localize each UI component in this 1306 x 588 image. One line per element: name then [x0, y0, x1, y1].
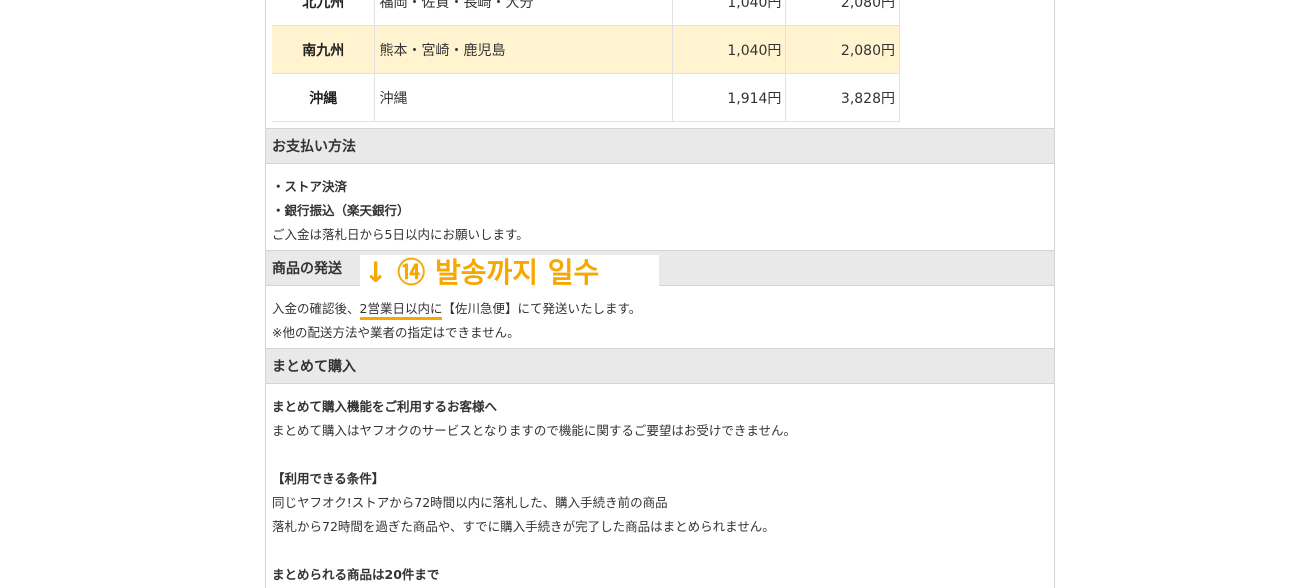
bundle-condition-2: 落札から72時間を過ぎた商品や、すでに購入手続きが完了した商品はまとめられません… [272, 519, 775, 534]
table-row-highlighted: 南九州 熊本・宮崎・鹿児島 1,040円 2,080円 [272, 25, 900, 74]
payment-note: ご入金は落札日から5日以内にお願いします。 [272, 227, 529, 242]
shipping-text-2: ※他の配送方法や業者の指定はできません。 [272, 325, 520, 340]
price-cell: 1,914円 [672, 73, 787, 122]
bundle-limit: まとめられる商品は20件まで [272, 567, 440, 582]
price-cell: 3,828円 [785, 73, 900, 122]
price-cell: 2,080円 [785, 25, 900, 74]
annotation-label: ↓ ⑭ 발송까지 일수 [360, 255, 659, 291]
shipping-rate-table: 北九州 福岡・佐賀・長崎・大分 1,040円 2,080円 南九州 熊本・宮崎・… [272, 0, 900, 122]
price-cell: 2,080円 [785, 0, 900, 26]
bundle-condition-1: 同じヤフオク!ストアから72時間以内に落札した、購入手続き前の商品 [272, 495, 668, 510]
bundle-title: まとめて購入機能をご利用するお客様へ [272, 399, 498, 414]
region-cell: 南九州 [272, 25, 376, 74]
shipping-text-1: 入金の確認後、2営業日以内に【佐川急便】にて発送いたします。 [272, 298, 642, 320]
price-cell: 1,040円 [672, 0, 787, 26]
bundle-description: まとめて購入はヤフオクのサービスとなりますので機能に関するご要望はお受けできませ… [272, 423, 797, 438]
region-cell: 北九州 [272, 0, 376, 26]
prefectures-cell: 熊本・宮崎・鹿児島 [374, 25, 673, 74]
table-row: 北九州 福岡・佐賀・長崎・大分 1,040円 2,080円 [272, 0, 900, 26]
payment-method-store: ・ストア決済 [272, 179, 348, 194]
price-cell: 1,040円 [672, 25, 787, 74]
bundle-heading: まとめて購入 [266, 348, 1054, 384]
shipping-text-suffix: 【佐川急便】にて発送いたします。 [442, 301, 642, 316]
shipping-text-prefix: 入金の確認後、 [272, 301, 360, 316]
payment-method-bank: ・銀行振込（楽天銀行） [272, 203, 410, 218]
content-panel: 北九州 福岡・佐賀・長崎・大分 1,040円 2,080円 南九州 熊本・宮崎・… [265, 0, 1055, 588]
region-cell: 沖縄 [272, 73, 376, 122]
payment-heading: お支払い方法 [266, 128, 1054, 164]
prefectures-cell: 沖縄 [374, 73, 673, 122]
bundle-conditions-title: 【利用できる条件】 [272, 471, 385, 486]
shipping-days-highlight: 2営業日以内に [359, 301, 443, 320]
table-row: 沖縄 沖縄 1,914円 3,828円 [272, 73, 900, 122]
prefectures-cell: 福岡・佐賀・長崎・大分 [374, 0, 673, 26]
